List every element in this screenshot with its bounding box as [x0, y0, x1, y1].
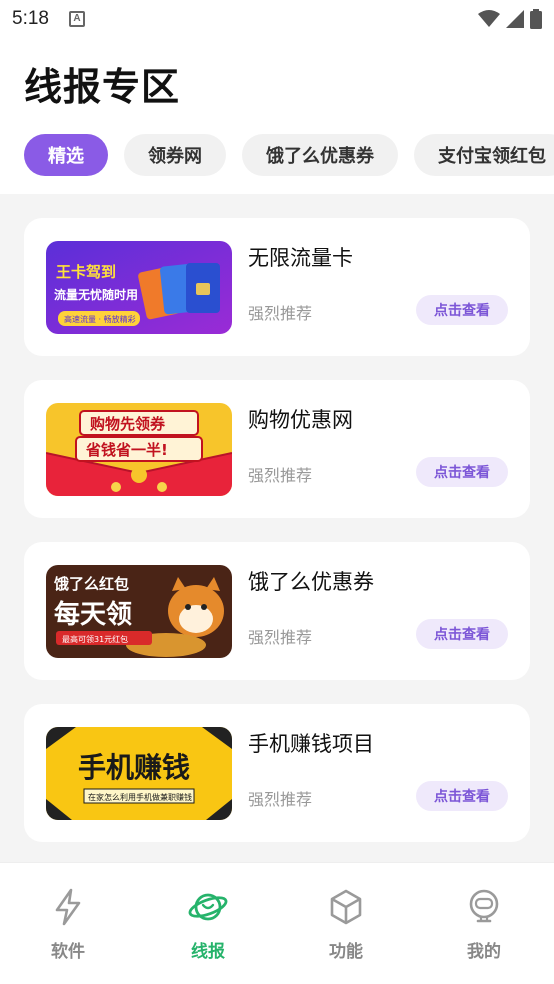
tab-eleme-coupon[interactable]: 饿了么优惠券: [242, 134, 398, 176]
nav-label: 我的: [467, 942, 501, 962]
view-button[interactable]: 点击查看: [416, 619, 508, 649]
card-title: 手机赚钱项目: [248, 732, 374, 756]
card-thumbnail: 王卡驾到 流量无忧随时用 高速流量 · 畅放精彩: [46, 241, 232, 334]
card-subtitle: 强烈推荐: [248, 304, 313, 323]
nav-label: 功能: [329, 942, 363, 962]
card-subtitle: 强烈推荐: [248, 628, 313, 647]
promo-card[interactable]: 手机赚钱 在家怎么利用手机做兼职赚钱 手机赚钱项目 强烈推荐 点击查看: [24, 704, 530, 842]
status-bar: 5:18 A: [0, 0, 554, 38]
nav-label: 软件: [51, 942, 85, 962]
view-button[interactable]: 点击查看: [416, 457, 508, 487]
banner-text: 流量无忧随时用: [54, 287, 138, 302]
nav-item-mine[interactable]: 我的: [444, 887, 524, 962]
tab-coupon-site[interactable]: 领券网: [124, 134, 226, 176]
nav-item-software[interactable]: 软件: [28, 887, 108, 962]
promo-card[interactable]: 王卡驾到 流量无忧随时用 高速流量 · 畅放精彩 无限流量卡 强烈推荐 点击查看: [24, 218, 530, 356]
view-button[interactable]: 点击查看: [416, 295, 508, 325]
card-subtitle: 强烈推荐: [248, 790, 313, 809]
status-time: 5:18: [12, 8, 49, 29]
banner-text: 饿了么红包: [53, 575, 129, 593]
nav-label: 线报: [191, 942, 225, 962]
tab-alipay-redpacket[interactable]: 支付宝领红包: [414, 134, 554, 176]
nav-item-deals[interactable]: 线报: [168, 887, 248, 962]
card-thumbnail: 购物先领券 省钱省一半!: [46, 403, 232, 496]
cube-icon: [330, 889, 362, 925]
page-title: 线报专区: [24, 65, 181, 109]
banner-text: 最高可领31元红包: [62, 634, 128, 644]
notification-icon: A: [68, 11, 85, 27]
card-subtitle: 强烈推荐: [248, 466, 313, 485]
card-thumbnail: 饿了么红包 每天领 最高可领31元红包: [46, 565, 232, 658]
card-title: 无限流量卡: [248, 246, 353, 270]
promo-list: 王卡驾到 流量无忧随时用 高速流量 · 畅放精彩 无限流量卡 强烈推荐 点击查看…: [0, 194, 554, 862]
view-button[interactable]: 点击查看: [416, 781, 508, 811]
banner-text: 购物先领券: [90, 415, 166, 433]
banner-text: 在家怎么利用手机做兼职赚钱: [88, 792, 192, 802]
lightning-icon: [55, 888, 81, 926]
robot-face-icon: [469, 889, 499, 923]
nav-item-features[interactable]: 功能: [306, 887, 386, 962]
bottom-nav: 软件 线报 功能 我的: [0, 862, 554, 984]
card-title: 购物优惠网: [248, 408, 353, 432]
wifi-icon: [478, 10, 500, 27]
signal-icon: [506, 10, 524, 28]
banner-text: 王卡驾到: [56, 263, 116, 281]
card-thumbnail: 手机赚钱 在家怎么利用手机做兼职赚钱: [46, 727, 232, 820]
card-title: 饿了么优惠券: [248, 570, 374, 594]
promo-card[interactable]: 饿了么红包 每天领 最高可领31元红包 饿了么优惠券 强烈推荐 点击查看: [24, 542, 530, 680]
banner-text: 每天领: [54, 599, 132, 630]
battery-icon: [530, 9, 542, 29]
banner-text: 手机赚钱: [78, 751, 190, 784]
banner-text: 高速流量 · 畅放精彩: [64, 314, 136, 324]
status-indicators: [478, 9, 542, 29]
promo-card[interactable]: 购物先领券 省钱省一半! 购物优惠网 强烈推荐 点击查看: [24, 380, 530, 518]
banner-text: 省钱省一半!: [85, 441, 168, 459]
planet-icon: [188, 893, 228, 921]
tab-featured[interactable]: 精选: [24, 134, 108, 176]
category-tabs: 精选 领券网 饿了么优惠券 支付宝领红包: [24, 134, 554, 176]
